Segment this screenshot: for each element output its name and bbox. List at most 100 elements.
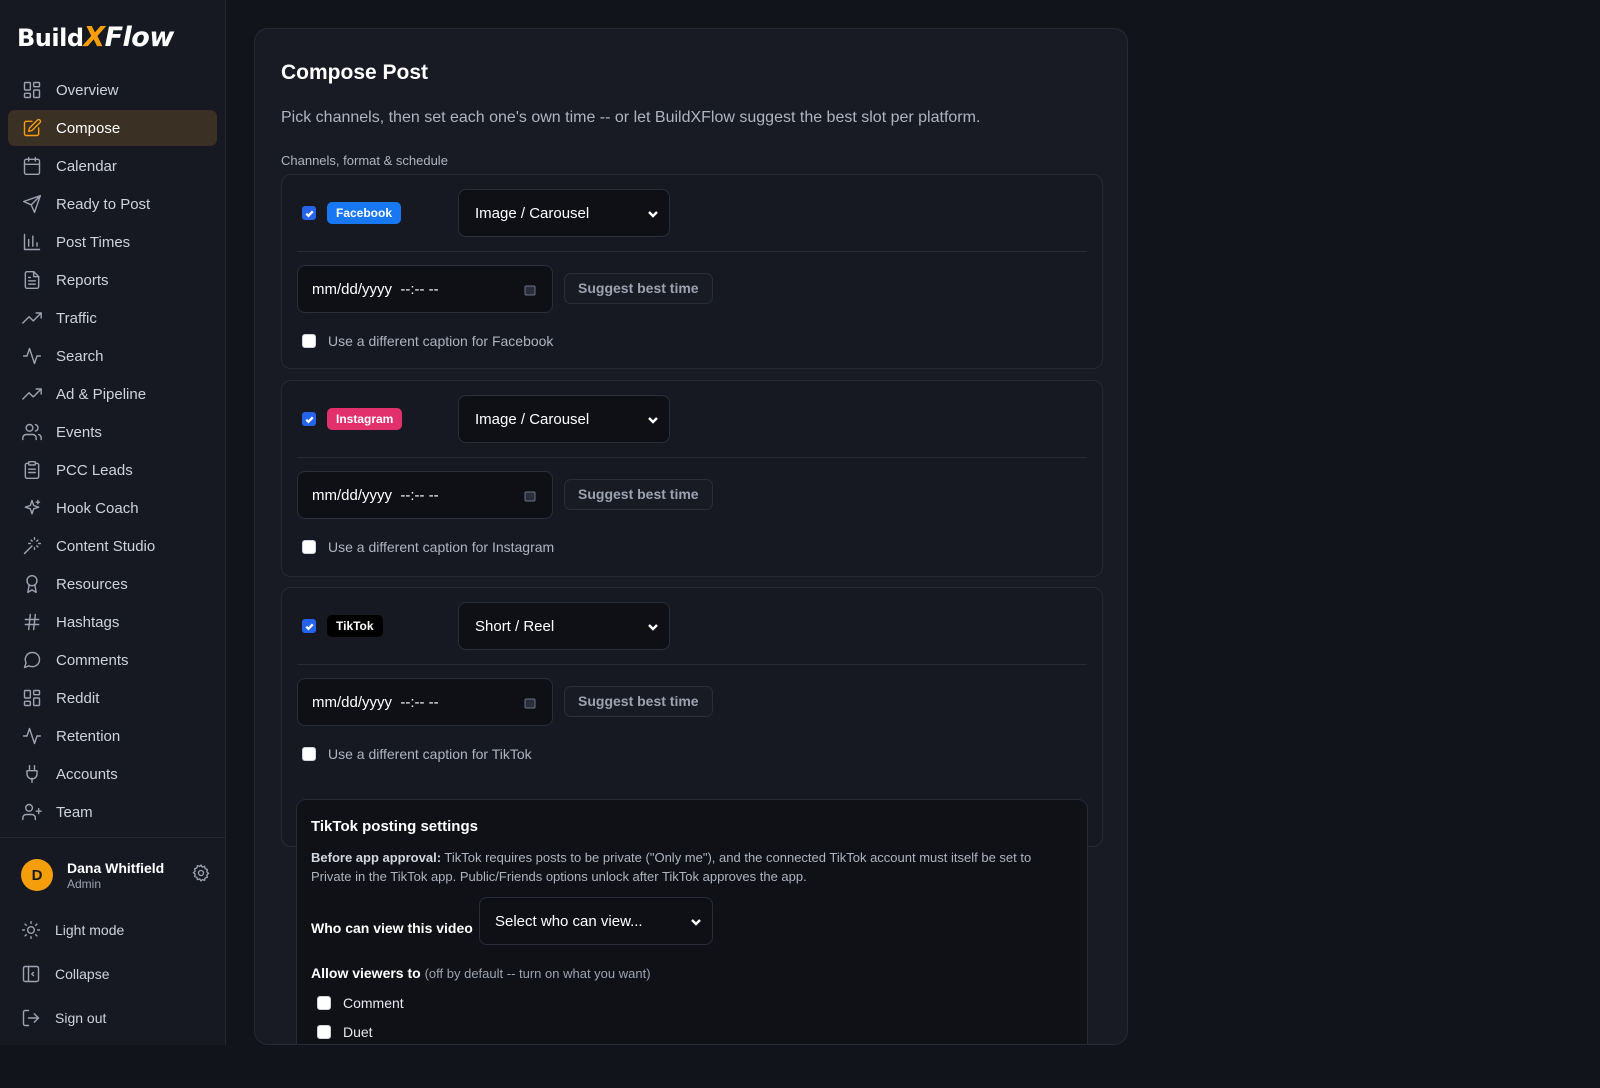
plug-icon — [22, 764, 42, 784]
sidebar-item-ad-and-pipeline[interactable]: Ad & Pipeline — [8, 376, 217, 412]
light-mode-toggle[interactable]: Light mode — [21, 915, 211, 945]
format-select-facebook[interactable]: Image / Carousel — [458, 189, 670, 237]
user-plus-icon — [22, 802, 42, 822]
user-profile[interactable]: D Dana Whitfield Admin — [21, 857, 211, 893]
different-caption-checkbox[interactable] — [302, 540, 316, 554]
sidebar-item-post-times[interactable]: Post Times — [8, 224, 217, 260]
sign-out-button[interactable]: Sign out — [21, 1003, 211, 1033]
allow-option-duet[interactable]: Duet — [317, 1024, 373, 1040]
calendar-icon[interactable] — [524, 283, 536, 296]
schedule-datetime-input-tiktok[interactable]: mm/dd/yyyy --:-- -- — [297, 678, 553, 726]
tiktok-settings-panel: TikTok posting settings Before app appro… — [296, 799, 1088, 1044]
allow-option-comment[interactable]: Comment — [317, 995, 404, 1011]
send-icon — [22, 194, 42, 214]
sidebar-item-reports[interactable]: Reports — [8, 262, 217, 298]
award-icon — [22, 574, 42, 594]
who-can-view-select[interactable]: Select who can view... — [479, 897, 713, 945]
different-caption-checkbox[interactable] — [302, 334, 316, 348]
allow-viewers-title: Allow viewers to — [311, 965, 421, 981]
user-role: Admin — [67, 876, 102, 891]
sidebar-item-resources[interactable]: Resources — [8, 566, 217, 602]
channel-divider — [297, 457, 1087, 458]
calendar-icon[interactable] — [524, 696, 536, 709]
allow-viewers-label: Allow viewers to (off by default -- turn… — [311, 965, 651, 981]
sidebar-item-label: Traffic — [56, 309, 97, 327]
edit-icon — [22, 118, 42, 138]
sidebar-item-pcc-leads[interactable]: PCC Leads — [8, 452, 217, 488]
light-mode-label: Light mode — [55, 922, 125, 938]
suggest-best-time-button-facebook[interactable]: Suggest best time — [564, 273, 713, 304]
message-circle-icon — [22, 650, 42, 670]
gear-icon[interactable] — [191, 863, 211, 888]
page-subtitle: Pick channels, then set each one's own t… — [281, 109, 981, 126]
sidebar-item-compose[interactable]: Compose — [8, 110, 217, 146]
allow-viewers-note: (off by default -- turn on what you want… — [424, 966, 651, 981]
datetime-placeholder: mm/dd/yyyy --:-- -- — [312, 693, 439, 711]
brand-flow: Flow — [104, 22, 175, 53]
activity-icon — [22, 346, 42, 366]
sidebar-item-reddit[interactable]: Reddit — [8, 680, 217, 716]
grid-icon — [22, 80, 42, 100]
sparkles-icon — [22, 498, 42, 518]
allow-option-checkbox[interactable] — [317, 996, 331, 1010]
channel-badge-facebook: Facebook — [327, 202, 402, 224]
sidebar-item-label: Post Times — [56, 233, 131, 251]
sidebar-item-team[interactable]: Team — [8, 794, 217, 830]
channel-checkbox-instagram[interactable] — [302, 412, 316, 426]
sidebar-item-retention[interactable]: Retention — [8, 718, 217, 754]
sidebar-item-label: Overview — [56, 81, 119, 99]
sidebar-item-label: Search — [56, 347, 104, 365]
calendar-icon[interactable] — [524, 489, 536, 502]
sidebar-item-label: Reports — [56, 271, 109, 289]
sidebar-item-label: Content Studio — [56, 537, 156, 555]
sidebar-item-hashtags[interactable]: Hashtags — [8, 604, 217, 640]
user-divider — [0, 837, 226, 838]
schedule-datetime-input-instagram[interactable]: mm/dd/yyyy --:-- -- — [297, 471, 553, 519]
suggest-best-time-button-instagram[interactable]: Suggest best time — [564, 479, 713, 510]
sidebar-item-label: Comments — [56, 651, 129, 669]
channel-divider — [297, 251, 1087, 252]
collapse-label: Collapse — [55, 966, 110, 982]
sidebar-item-label: Hook Coach — [56, 499, 139, 517]
sun-icon — [21, 920, 41, 940]
sidebar-item-overview[interactable]: Overview — [8, 72, 217, 108]
sidebar-item-label: PCC Leads — [56, 461, 133, 479]
sidebar-item-hook-coach[interactable]: Hook Coach — [8, 490, 217, 526]
sidebar-item-accounts[interactable]: Accounts — [8, 756, 217, 792]
hash-icon — [22, 612, 42, 632]
document-icon — [22, 270, 42, 290]
allow-option-checkbox[interactable] — [317, 1025, 331, 1039]
calendar-icon — [22, 156, 42, 176]
sidebar-item-label: Ready to Post — [56, 195, 151, 213]
different-caption-row-instagram[interactable]: Use a different caption for Instagram — [302, 539, 554, 555]
section-label: Channels, format & schedule — [281, 153, 448, 168]
activity-icon — [22, 726, 42, 746]
sidebar-item-calendar[interactable]: Calendar — [8, 148, 217, 184]
different-caption-row-facebook[interactable]: Use a different caption for Facebook — [302, 333, 553, 349]
format-value: Image / Carousel — [475, 204, 590, 222]
bar-chart-icon — [22, 232, 42, 252]
sidebar-item-content-studio[interactable]: Content Studio — [8, 528, 217, 564]
sidebar-item-ready-to-post[interactable]: Ready to Post — [8, 186, 217, 222]
different-caption-row-tiktok[interactable]: Use a different caption for TikTok — [302, 746, 532, 762]
sidebar-item-events[interactable]: Events — [8, 414, 217, 450]
sidebar-item-label: Team — [56, 803, 93, 821]
sidebar-item-traffic[interactable]: Traffic — [8, 300, 217, 336]
sidebar-collapse-icon — [21, 964, 41, 984]
format-select-instagram[interactable]: Image / Carousel — [458, 395, 670, 443]
channel-checkbox-tiktok[interactable] — [302, 619, 316, 633]
collapse-button[interactable]: Collapse — [21, 959, 211, 989]
channel-card-instagram: Instagram Image / Carousel mm/dd/yyyy --:-… — [281, 380, 1103, 577]
who-can-view-value: Select who can view... — [495, 912, 643, 930]
sidebar-item-search[interactable]: Search — [8, 338, 217, 374]
format-value: Image / Carousel — [475, 410, 590, 428]
schedule-datetime-input-facebook[interactable]: mm/dd/yyyy --:-- -- — [297, 265, 553, 313]
suggest-best-time-button-tiktok[interactable]: Suggest best time — [564, 686, 713, 717]
brand-logo[interactable]: BuildXFlow — [17, 20, 174, 53]
channel-checkbox-facebook[interactable] — [302, 206, 316, 220]
sidebar-item-comments[interactable]: Comments — [8, 642, 217, 678]
different-caption-checkbox[interactable] — [302, 747, 316, 761]
sidebar: BuildXFlow Overview Compose Calendar Ready … — [0, 0, 226, 1045]
chevron-down-icon — [647, 413, 659, 425]
format-select-tiktok[interactable]: Short / Reel — [458, 602, 670, 650]
